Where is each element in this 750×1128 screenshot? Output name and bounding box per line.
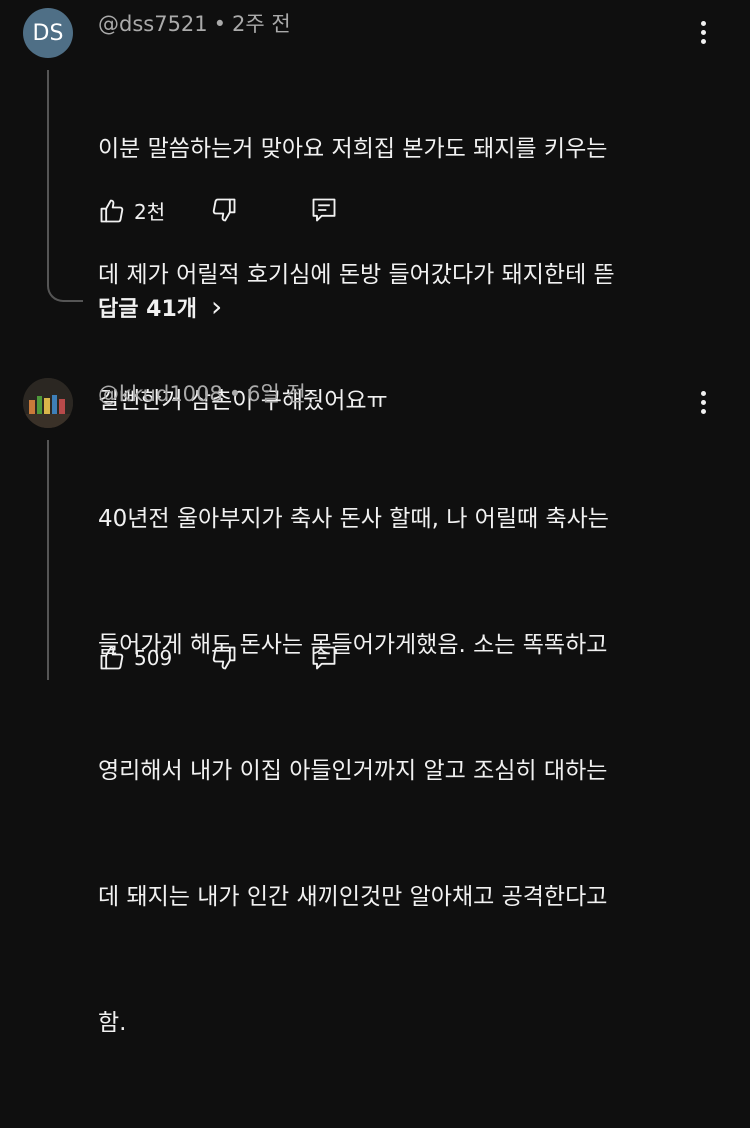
like-count: 2천 (134, 200, 166, 224)
like-button[interactable]: 2천 (98, 196, 165, 225)
dislike-button[interactable] (210, 644, 238, 672)
avatar-initials: DS (32, 20, 64, 46)
thread-line (47, 70, 49, 280)
comment-line: 40년전 울아부지가 축사 돈사 할때, 나 어릴때 축사는 (98, 506, 609, 532)
comment-text: 40년전 울아부지가 축사 돈사 할때, 나 어릴때 축사는 들어가게 해도 돈… (98, 414, 609, 1128)
thumbs-up-icon (100, 199, 124, 222)
comment-actions: 509 (98, 640, 398, 680)
thumbs-up-icon (100, 646, 124, 670)
avatar[interactable]: DS (23, 8, 73, 58)
chevron-right-icon: › (211, 290, 223, 323)
username[interactable]: @kkud1008 (98, 382, 223, 406)
reply-button[interactable] (310, 196, 338, 224)
comment-1: DS @dss7521 • 2주 전 이분 말씀하는거 맞아요 저희집 본가도 돼지… (0, 0, 750, 414)
comment-line: 함. (98, 1010, 127, 1036)
replies-label: 답글 41개 (98, 296, 197, 322)
more-vertical-icon[interactable] (693, 17, 713, 47)
thread-connector (47, 278, 83, 302)
thumbs-down-icon (212, 646, 236, 670)
like-button[interactable]: 509 (98, 644, 172, 672)
comment-meta: @dss7521 • 2주 전 (98, 8, 291, 38)
reply-button[interactable] (310, 644, 338, 672)
reply-comment-icon (312, 646, 336, 670)
comment-line: 영리해서 내가 이집 아들인거까지 알고 조심히 대하는 (98, 758, 608, 784)
timestamp[interactable]: 6일 전 (247, 382, 306, 406)
comment-line: 데 돼지는 내가 인간 새끼인것만 알아채고 공격한다고 (98, 884, 608, 910)
reply-comment-icon (312, 198, 336, 222)
avatar[interactable] (23, 378, 73, 428)
avatar-image (23, 378, 73, 428)
username[interactable]: @dss7521 (98, 12, 208, 36)
comment-actions: 2천 (98, 192, 398, 232)
view-replies-button[interactable]: 답글 41개 › (98, 290, 222, 323)
dislike-button[interactable] (210, 196, 238, 224)
comment-2: @kkud1008 • 6일 전 40년전 울아부지가 축사 돈사 할때, 나 어릴… (0, 370, 750, 1036)
thumbs-down-icon (212, 198, 236, 222)
comment-line: 이분 말씀하는거 맞아요 저희집 본가도 돼지를 키우는 (98, 136, 608, 162)
meta-separator: • (228, 382, 242, 406)
more-vertical-icon[interactable] (693, 387, 713, 417)
thread-line (47, 440, 49, 680)
timestamp[interactable]: 2주 전 (232, 12, 291, 36)
comment-meta: @kkud1008 • 6일 전 (98, 378, 306, 408)
meta-separator: • (213, 12, 227, 36)
like-count: 509 (134, 646, 173, 670)
